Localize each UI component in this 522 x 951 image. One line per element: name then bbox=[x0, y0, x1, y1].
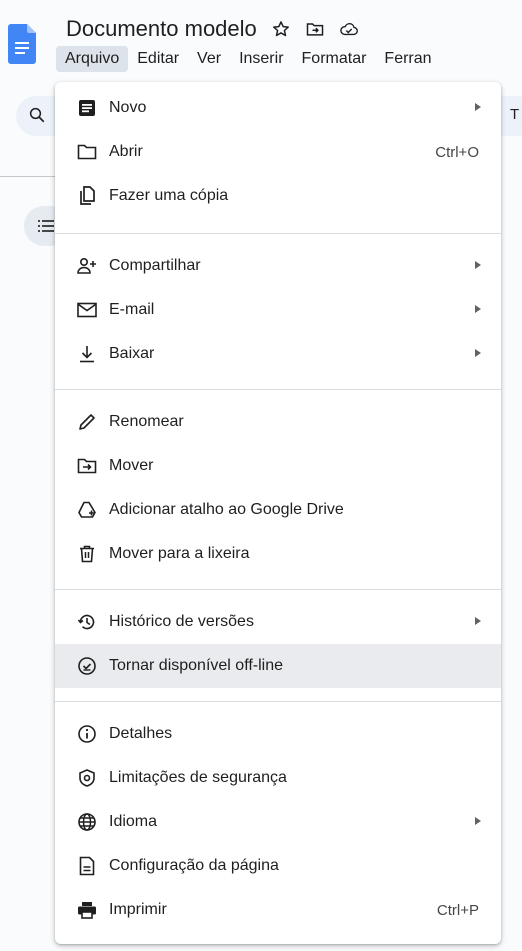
shortcut-text: Ctrl+O bbox=[435, 143, 479, 161]
menubar: Arquivo Editar Ver Inserir Formatar Ferr… bbox=[56, 44, 441, 74]
menu-item-label: Novo bbox=[109, 99, 147, 116]
menu-item-imprimir[interactable]: Imprimir Ctrl+P bbox=[55, 888, 501, 932]
trash-icon bbox=[77, 544, 97, 564]
menu-item-mover-lixeira[interactable]: Mover para a lixeira bbox=[55, 532, 501, 576]
folder-open-icon bbox=[77, 142, 97, 162]
menu-item-fazer-copia[interactable]: Fazer uma cópia bbox=[55, 174, 501, 218]
menu-divider bbox=[55, 233, 501, 234]
menu-item-detalhes[interactable]: Detalhes bbox=[55, 712, 501, 756]
menu-item-label: Abrir bbox=[109, 143, 143, 160]
menu-item-abrir[interactable]: Abrir Ctrl+O bbox=[55, 130, 501, 174]
menu-item-baixar[interactable]: Baixar bbox=[55, 332, 501, 376]
menu-divider bbox=[55, 589, 501, 590]
list-icon bbox=[38, 220, 54, 232]
menu-item-adicionar-atalho[interactable]: Adicionar atalho ao Google Drive bbox=[55, 488, 501, 532]
menu-item-label: Idioma bbox=[109, 813, 158, 830]
menu-inserir[interactable]: Inserir bbox=[230, 46, 292, 72]
drive-shortcut-icon bbox=[77, 500, 97, 520]
submenu-arrow-icon bbox=[475, 349, 481, 357]
move-folder-icon bbox=[77, 456, 97, 476]
download-icon bbox=[77, 344, 97, 364]
menu-item-label: Renomear bbox=[109, 413, 184, 430]
share-person-icon bbox=[77, 256, 97, 276]
shortcut-text: Ctrl+P bbox=[436, 901, 479, 919]
menu-item-offline[interactable]: Tornar disponível off-line bbox=[55, 644, 501, 688]
menu-ferramentas[interactable]: Ferran bbox=[375, 46, 440, 72]
menu-item-label: Compartilhar bbox=[109, 257, 201, 274]
print-icon bbox=[77, 900, 97, 920]
docs-app: Documento modelo Arquivo Editar Ver Inse… bbox=[0, 0, 522, 951]
menu-item-compartilhar[interactable]: Compartilhar bbox=[55, 244, 501, 288]
menu-item-label: E-mail bbox=[109, 301, 155, 318]
menu-divider bbox=[55, 701, 501, 702]
menu-item-renomear[interactable]: Renomear bbox=[55, 400, 501, 444]
submenu-arrow-icon bbox=[475, 261, 481, 269]
new-doc-icon bbox=[77, 98, 97, 118]
security-icon bbox=[77, 768, 97, 788]
menu-item-label: Mover para a lixeira bbox=[109, 545, 250, 562]
menu-item-label: Adicionar atalho ao Google Drive bbox=[109, 501, 344, 518]
header-divider bbox=[0, 176, 60, 177]
menu-item-label: Histórico de versões bbox=[109, 613, 254, 630]
menu-item-label: Mover bbox=[109, 457, 154, 474]
menu-ver[interactable]: Ver bbox=[188, 46, 230, 72]
move-folder-icon[interactable] bbox=[305, 19, 325, 39]
menu-item-configuracao-pagina[interactable]: Configuração da página bbox=[55, 844, 501, 888]
menu-item-idioma[interactable]: Idioma bbox=[55, 800, 501, 844]
globe-icon bbox=[77, 812, 97, 832]
menu-item-email[interactable]: E-mail bbox=[55, 288, 501, 332]
docs-logo-icon[interactable] bbox=[8, 24, 36, 64]
menu-formatar[interactable]: Formatar bbox=[293, 46, 376, 72]
menu-item-label: Imprimir bbox=[109, 901, 167, 918]
cloud-status-icon[interactable] bbox=[339, 19, 359, 39]
menu-item-limitacoes[interactable]: Limitações de segurança bbox=[55, 756, 501, 800]
pencil-icon bbox=[77, 412, 97, 432]
menu-item-label: Tornar disponível off-line bbox=[109, 657, 284, 674]
menu-item-historico[interactable]: Histórico de versões bbox=[55, 600, 501, 644]
menu-item-mover[interactable]: Mover bbox=[55, 444, 501, 488]
menu-editar[interactable]: Editar bbox=[128, 46, 188, 72]
history-icon bbox=[77, 612, 97, 632]
title-row: Documento modelo bbox=[66, 14, 359, 44]
menu-divider bbox=[55, 389, 501, 390]
mail-icon bbox=[77, 300, 97, 320]
menu-item-label: Limitações de segurança bbox=[109, 769, 287, 786]
document-title[interactable]: Documento modelo bbox=[66, 16, 257, 42]
menu-arquivo[interactable]: Arquivo bbox=[56, 46, 129, 72]
star-icon[interactable] bbox=[271, 19, 291, 39]
submenu-arrow-icon bbox=[475, 617, 481, 625]
search-menus-icon[interactable] bbox=[28, 106, 46, 124]
copy-icon bbox=[77, 186, 97, 206]
info-icon bbox=[77, 724, 97, 744]
menu-item-label: Configuração da página bbox=[109, 857, 279, 874]
page-setup-icon bbox=[77, 856, 97, 876]
submenu-arrow-icon bbox=[475, 103, 481, 111]
file-menu: Novo Abrir Ctrl+O Fazer uma cópia Compar… bbox=[55, 82, 501, 944]
menu-item-label: Fazer uma cópia bbox=[109, 187, 229, 204]
offline-icon bbox=[77, 656, 97, 676]
toolbar-partial-text: T bbox=[510, 106, 520, 123]
menu-item-label: Detalhes bbox=[109, 725, 173, 742]
submenu-arrow-icon bbox=[475, 305, 481, 313]
menu-item-label: Baixar bbox=[109, 345, 155, 362]
menu-item-novo[interactable]: Novo bbox=[55, 86, 501, 130]
submenu-arrow-icon bbox=[475, 817, 481, 825]
